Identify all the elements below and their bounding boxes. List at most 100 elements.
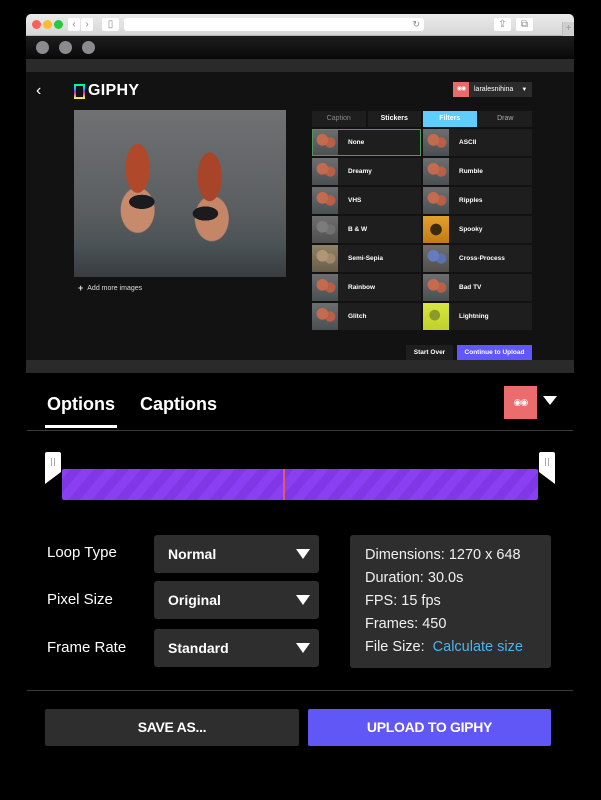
divider xyxy=(27,430,573,431)
panel-tabs: Options Captions xyxy=(45,394,217,428)
browser-forward-icon[interactable]: › xyxy=(81,18,93,31)
filter-label: B & W xyxy=(348,226,368,233)
filter-list: None ASCII Dreamy Rumble VHS Ripples B &… xyxy=(312,129,532,330)
fps-value: 15 fps xyxy=(401,593,441,609)
upload-to-giphy-button[interactable]: UPLOAD TO GIPHY xyxy=(308,709,551,746)
file-size-row: File Size: Calculate size xyxy=(365,637,551,660)
frames-value: 450 xyxy=(422,616,447,632)
filter-option-none[interactable]: None xyxy=(312,129,421,156)
plus-icon: + xyxy=(78,283,84,293)
pixel-size-label: Pixel Size xyxy=(47,591,113,608)
filter-option-cross-process[interactable]: Cross-Process xyxy=(423,245,532,272)
tab-overview-icon[interactable]: ⧉ xyxy=(516,18,533,31)
fps-row: FPS: 15 fps xyxy=(365,591,551,614)
filter-thumbnail xyxy=(423,245,449,272)
gif-preview-image xyxy=(74,110,286,277)
frame-rate-value: Standard xyxy=(168,640,229,656)
new-tab-button[interactable]: + xyxy=(562,22,574,36)
loop-type-label: Loop Type xyxy=(47,544,117,561)
filter-option-lightning[interactable]: Lightning xyxy=(423,303,532,330)
file-size-label: File Size: xyxy=(365,639,425,655)
trim-start-handle[interactable] xyxy=(45,452,61,484)
minimize-window-button[interactable] xyxy=(43,20,52,29)
filter-thumbnail xyxy=(423,187,449,214)
filter-thumbnail xyxy=(423,274,449,301)
filter-option-dreamy[interactable]: Dreamy xyxy=(312,158,421,185)
editor-tool-tabs: Caption Stickers Filters Draw xyxy=(312,111,532,127)
filter-option-ascii[interactable]: ASCII xyxy=(423,129,532,156)
tab-stickers[interactable]: Stickers xyxy=(367,111,421,127)
back-arrow-icon[interactable]: ‹ xyxy=(36,82,41,100)
divider xyxy=(27,690,573,691)
filter-option-bw[interactable]: B & W xyxy=(312,216,421,243)
frames-row: Frames: 450 xyxy=(365,614,551,637)
filter-option-glitch[interactable]: Glitch xyxy=(312,303,421,330)
browser-toolbar: ‹ › ▯ ↻ ⇪ ⧉ + xyxy=(26,14,574,36)
continue-to-upload-button[interactable]: Continue to Upload xyxy=(457,345,532,360)
tab-captions[interactable]: Captions xyxy=(140,394,217,415)
duration-label: Duration: xyxy=(365,570,424,586)
username: laralesnihina xyxy=(474,86,514,93)
close-window-button[interactable] xyxy=(32,20,41,29)
user-avatar: ◉◉ xyxy=(453,82,469,97)
pixel-size-select[interactable]: Original xyxy=(154,581,319,619)
frames-label: Frames: xyxy=(365,616,419,632)
filter-thumbnail xyxy=(423,158,449,185)
filter-option-ripples[interactable]: Ripples xyxy=(423,187,532,214)
app-titlebar xyxy=(26,36,574,59)
filter-option-rainbow[interactable]: Rainbow xyxy=(312,274,421,301)
sidebar-toggle-icon[interactable]: ▯ xyxy=(102,18,119,31)
tab-filters[interactable]: Filters xyxy=(423,111,477,127)
save-as-button[interactable]: SAVE AS... xyxy=(45,709,299,746)
address-bar[interactable]: ↻ xyxy=(124,18,424,31)
zoom-window-button[interactable] xyxy=(54,20,63,29)
browser-back-icon[interactable]: ‹ xyxy=(68,18,80,31)
giphy-editor-webview: ‹ GIPHY ◉◉ laralesnihina ▼ + Add more im… xyxy=(26,72,574,360)
loop-type-select[interactable]: Normal xyxy=(154,535,319,573)
playhead[interactable] xyxy=(283,469,285,500)
caret-down-icon: ▼ xyxy=(521,86,528,93)
chevron-down-icon xyxy=(296,595,310,605)
start-over-button[interactable]: Start Over xyxy=(406,345,453,360)
trim-end-handle[interactable] xyxy=(539,452,555,484)
filter-thumbnail xyxy=(423,129,449,156)
add-more-images-link[interactable]: + Add more images xyxy=(78,283,142,293)
filter-label: Glitch xyxy=(348,313,367,320)
filter-option-semi-sepia[interactable]: Semi-Sepia xyxy=(312,245,421,272)
chevron-down-icon xyxy=(296,643,310,653)
webview-top-border xyxy=(26,59,574,72)
filter-thumbnail xyxy=(312,303,338,330)
tab-draw[interactable]: Draw xyxy=(478,111,532,127)
account-avatar[interactable]: ◉◉ xyxy=(504,386,537,419)
filter-label: Cross-Process xyxy=(459,255,505,262)
share-icon[interactable]: ⇪ xyxy=(494,18,511,31)
app-minimize-button[interactable] xyxy=(59,41,72,54)
user-menu[interactable]: ◉◉ laralesnihina ▼ xyxy=(453,82,533,97)
filter-option-bad-tv[interactable]: Bad TV xyxy=(423,274,532,301)
frame-rate-select[interactable]: Standard xyxy=(154,629,319,667)
giphy-logo-icon xyxy=(74,83,85,99)
filter-thumbnail xyxy=(423,216,449,243)
add-more-images-label: Add more images xyxy=(87,284,143,292)
calculate-size-link[interactable]: Calculate size xyxy=(433,639,523,655)
timeline-trim-track[interactable] xyxy=(62,469,538,500)
filter-option-vhs[interactable]: VHS xyxy=(312,187,421,214)
frame-rate-label: Frame Rate xyxy=(47,639,127,656)
filter-label: Dreamy xyxy=(348,168,372,175)
tab-options[interactable]: Options xyxy=(45,394,117,428)
duration-value: 30.0s xyxy=(427,570,464,586)
account-menu-caret-icon[interactable] xyxy=(543,396,557,405)
filter-label: Rainbow xyxy=(348,284,376,291)
app-zoom-button[interactable] xyxy=(82,41,95,54)
giphy-logo[interactable]: GIPHY xyxy=(74,82,139,100)
filter-option-rumble[interactable]: Rumble xyxy=(423,158,532,185)
dimensions-label: Dimensions: xyxy=(365,547,445,563)
app-close-button[interactable] xyxy=(36,41,49,54)
reload-icon[interactable]: ↻ xyxy=(412,18,420,31)
filter-thumbnail xyxy=(312,187,338,214)
filter-option-spooky[interactable]: Spooky xyxy=(423,216,532,243)
loop-type-value: Normal xyxy=(168,546,217,562)
webview-bottom-border xyxy=(26,360,574,373)
tab-caption[interactable]: Caption xyxy=(312,111,366,127)
filter-label: Rumble xyxy=(459,168,483,175)
